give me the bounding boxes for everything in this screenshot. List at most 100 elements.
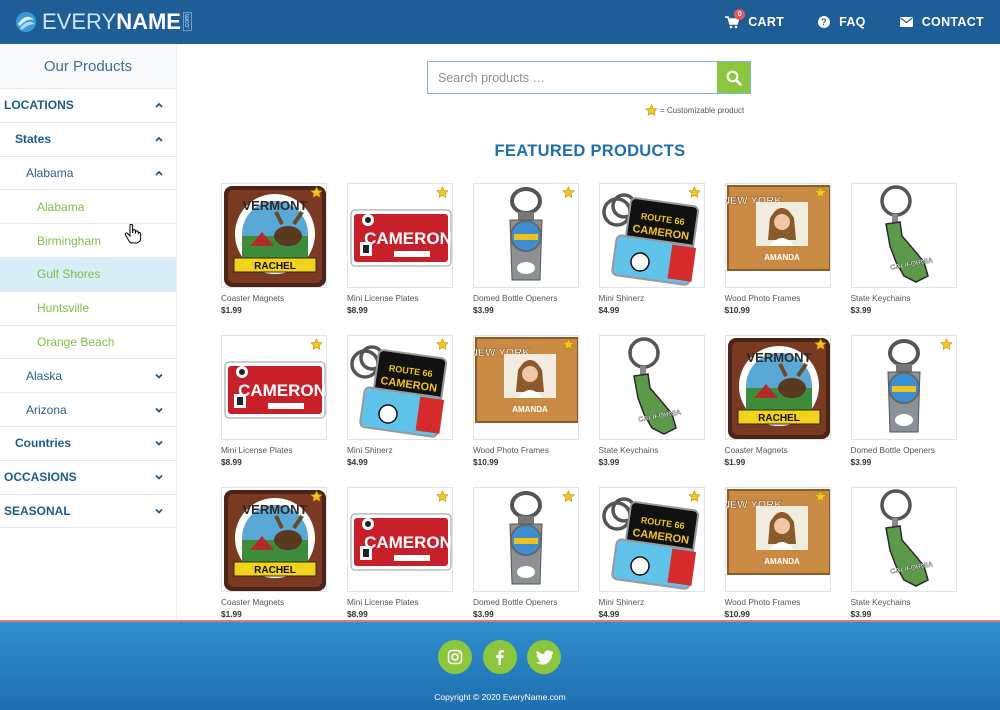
- product-image[interactable]: VERMONT RACHEL: [221, 487, 327, 592]
- product-card[interactable]: VERMONT RACHEL Coaster Magnets $1.99: [724, 335, 831, 467]
- product-name[interactable]: State Keychains: [851, 597, 957, 607]
- sidebar-item-gulf-shores[interactable]: Gulf Shores: [0, 257, 176, 292]
- product-name[interactable]: Mini Shinerz: [599, 293, 705, 303]
- product-image[interactable]: VERMONT RACHEL: [724, 335, 831, 440]
- product-image-art: VERMONT RACHEL: [224, 490, 326, 591]
- product-image[interactable]: [473, 487, 579, 592]
- product-name[interactable]: Mini License Plates: [347, 597, 453, 607]
- product-card[interactable]: Domed Bottle Openers $3.99: [473, 487, 579, 619]
- product-card[interactable]: NEW YORK AMANDA Wood Photo Frames $10.99: [724, 183, 831, 315]
- product-image-art: CALIFORNIA: [627, 337, 681, 435]
- product-image[interactable]: [473, 183, 579, 288]
- search-button[interactable]: [717, 62, 750, 93]
- sidebar-item-label: LOCATIONS: [4, 98, 74, 113]
- product-name[interactable]: Domed Bottle Openers: [473, 597, 579, 607]
- product-image[interactable]: CAMERON: [347, 487, 453, 592]
- chevron-down-icon[interactable]: [154, 472, 164, 482]
- sidebar-item-label: Birmingham: [37, 233, 102, 248]
- search-input[interactable]: [428, 62, 717, 93]
- product-name[interactable]: Wood Photo Frames: [473, 445, 579, 455]
- instagram-link[interactable]: [438, 640, 472, 674]
- sidebar-item-occasions[interactable]: OCCASIONS: [0, 461, 176, 495]
- sidebar-item-alaska[interactable]: Alaska: [0, 359, 176, 394]
- product-card[interactable]: CAMERON Mini License Plates $8.99: [347, 487, 453, 619]
- product-name[interactable]: State Keychains: [599, 445, 705, 455]
- sidebar-item-label: SEASONAL: [4, 503, 71, 518]
- sidebar-item-arizona[interactable]: Arizona: [0, 393, 176, 427]
- product-card[interactable]: VERMONT RACHEL Coaster Magnets $1.99: [221, 183, 327, 315]
- product-image[interactable]: ROUTE 66 CAMERON: [347, 335, 453, 440]
- product-name[interactable]: Coaster Magnets: [221, 293, 327, 303]
- product-card[interactable]: ROUTE 66 CAMERON Mini Shinerz $4.99: [598, 487, 705, 619]
- product-card[interactable]: Domed Bottle Openers $3.99: [473, 183, 579, 315]
- product-card[interactable]: VERMONT RACHEL Coaster Magnets $1.99: [221, 487, 327, 619]
- product-image[interactable]: ROUTE 66 CAMERON: [598, 487, 705, 592]
- chevron-up-icon[interactable]: [154, 134, 164, 144]
- product-image[interactable]: CALIFORNIA: [850, 183, 957, 288]
- twitter-link[interactable]: [527, 640, 561, 674]
- product-card[interactable]: CALIFORNIA State Keychains $3.99: [850, 183, 957, 315]
- product-name[interactable]: Mini License Plates: [347, 293, 453, 303]
- product-name[interactable]: Domed Bottle Openers: [851, 445, 957, 455]
- product-name[interactable]: Coaster Magnets: [221, 597, 327, 607]
- everyname-logo[interactable]: EVERYNAME .com: [14, 9, 192, 35]
- facebook-link[interactable]: [483, 640, 517, 674]
- svg-text:RACHEL: RACHEL: [758, 413, 800, 424]
- chevron-up-icon[interactable]: [154, 100, 164, 110]
- product-price: $1.99: [724, 457, 746, 467]
- product-name[interactable]: State Keychains: [851, 293, 957, 303]
- product-card[interactable]: CAMERON Mini License Plates $8.99: [347, 183, 453, 315]
- sidebar-item-orange-beach[interactable]: Orange Beach: [0, 326, 176, 360]
- product-name[interactable]: Coaster Magnets: [725, 445, 831, 455]
- product-image[interactable]: VERMONT RACHEL: [221, 183, 327, 288]
- product-name[interactable]: Mini Shinerz: [599, 597, 705, 607]
- product-image[interactable]: CALIFORNIA: [850, 487, 957, 592]
- product-card[interactable]: NEW YORK AMANDA Wood Photo Frames $10.99: [473, 335, 579, 467]
- chevron-down-icon[interactable]: [154, 371, 164, 381]
- sidebar-item-states[interactable]: States: [0, 123, 176, 157]
- chevron-down-icon[interactable]: [154, 506, 164, 516]
- product-name[interactable]: Wood Photo Frames: [725, 293, 831, 303]
- svg-text:VERMONT: VERMONT: [243, 198, 308, 213]
- product-image[interactable]: NEW YORK AMANDA: [724, 487, 831, 592]
- product-card[interactable]: Domed Bottle Openers $3.99: [850, 335, 957, 467]
- chevron-down-icon[interactable]: [154, 405, 164, 415]
- svg-text:?: ?: [821, 17, 827, 27]
- product-image[interactable]: [850, 335, 957, 440]
- sidebar-item-locations[interactable]: LOCATIONS: [0, 89, 176, 123]
- product-image[interactable]: CAMERON: [221, 335, 327, 440]
- product-image[interactable]: CAMERON: [347, 183, 453, 288]
- product-card[interactable]: NEW YORK AMANDA Wood Photo Frames $10.99: [724, 487, 831, 619]
- customizable-star-icon: [436, 186, 449, 198]
- sidebar-item-seasonal[interactable]: SEASONAL: [0, 495, 176, 529]
- customizable-star-icon: [687, 186, 701, 198]
- product-name[interactable]: Domed Bottle Openers: [473, 293, 579, 303]
- product-card[interactable]: CAMERON Mini License Plates $8.99: [221, 335, 327, 467]
- chevron-down-icon[interactable]: [154, 438, 164, 448]
- product-card[interactable]: CALIFORNIA State Keychains $3.99: [598, 335, 705, 467]
- product-name[interactable]: Mini Shinerz: [347, 445, 453, 455]
- product-card[interactable]: ROUTE 66 CAMERON Mini Shinerz $4.99: [598, 183, 705, 315]
- product-card[interactable]: ROUTE 66 CAMERON Mini Shinerz $4.99: [347, 335, 453, 467]
- faq-label: FAQ: [839, 15, 866, 29]
- product-image[interactable]: ROUTE 66 CAMERON: [598, 183, 705, 288]
- product-image[interactable]: NEW YORK AMANDA: [473, 335, 579, 440]
- cart-link[interactable]: 0 CART: [725, 9, 784, 29]
- sidebar-item-birmingham[interactable]: Birmingham: [0, 224, 176, 258]
- product-image[interactable]: CALIFORNIA: [598, 335, 705, 440]
- contact-link[interactable]: CONTACT: [899, 15, 984, 29]
- sidebar-item-alabama[interactable]: Alabama: [0, 157, 176, 191]
- product-card[interactable]: CALIFORNIA State Keychains $3.99: [850, 487, 957, 619]
- product-image[interactable]: NEW YORK AMANDA: [724, 183, 831, 288]
- sidebar-item-huntsville[interactable]: Huntsville: [0, 292, 176, 326]
- product-name[interactable]: Wood Photo Frames: [725, 597, 831, 607]
- sidebar-item-alabama[interactable]: Alabama: [0, 190, 176, 225]
- product-price: $10.99: [724, 305, 750, 315]
- chevron-up-icon[interactable]: [154, 168, 164, 178]
- contact-label: CONTACT: [921, 15, 984, 29]
- sidebar-item-countries[interactable]: Countries: [0, 427, 176, 461]
- product-image-art: NEW YORK AMANDA: [474, 337, 578, 423]
- faq-link[interactable]: ? FAQ: [818, 15, 866, 29]
- product-image-art: CALIFORNIA: [879, 489, 933, 587]
- product-name[interactable]: Mini License Plates: [221, 445, 327, 455]
